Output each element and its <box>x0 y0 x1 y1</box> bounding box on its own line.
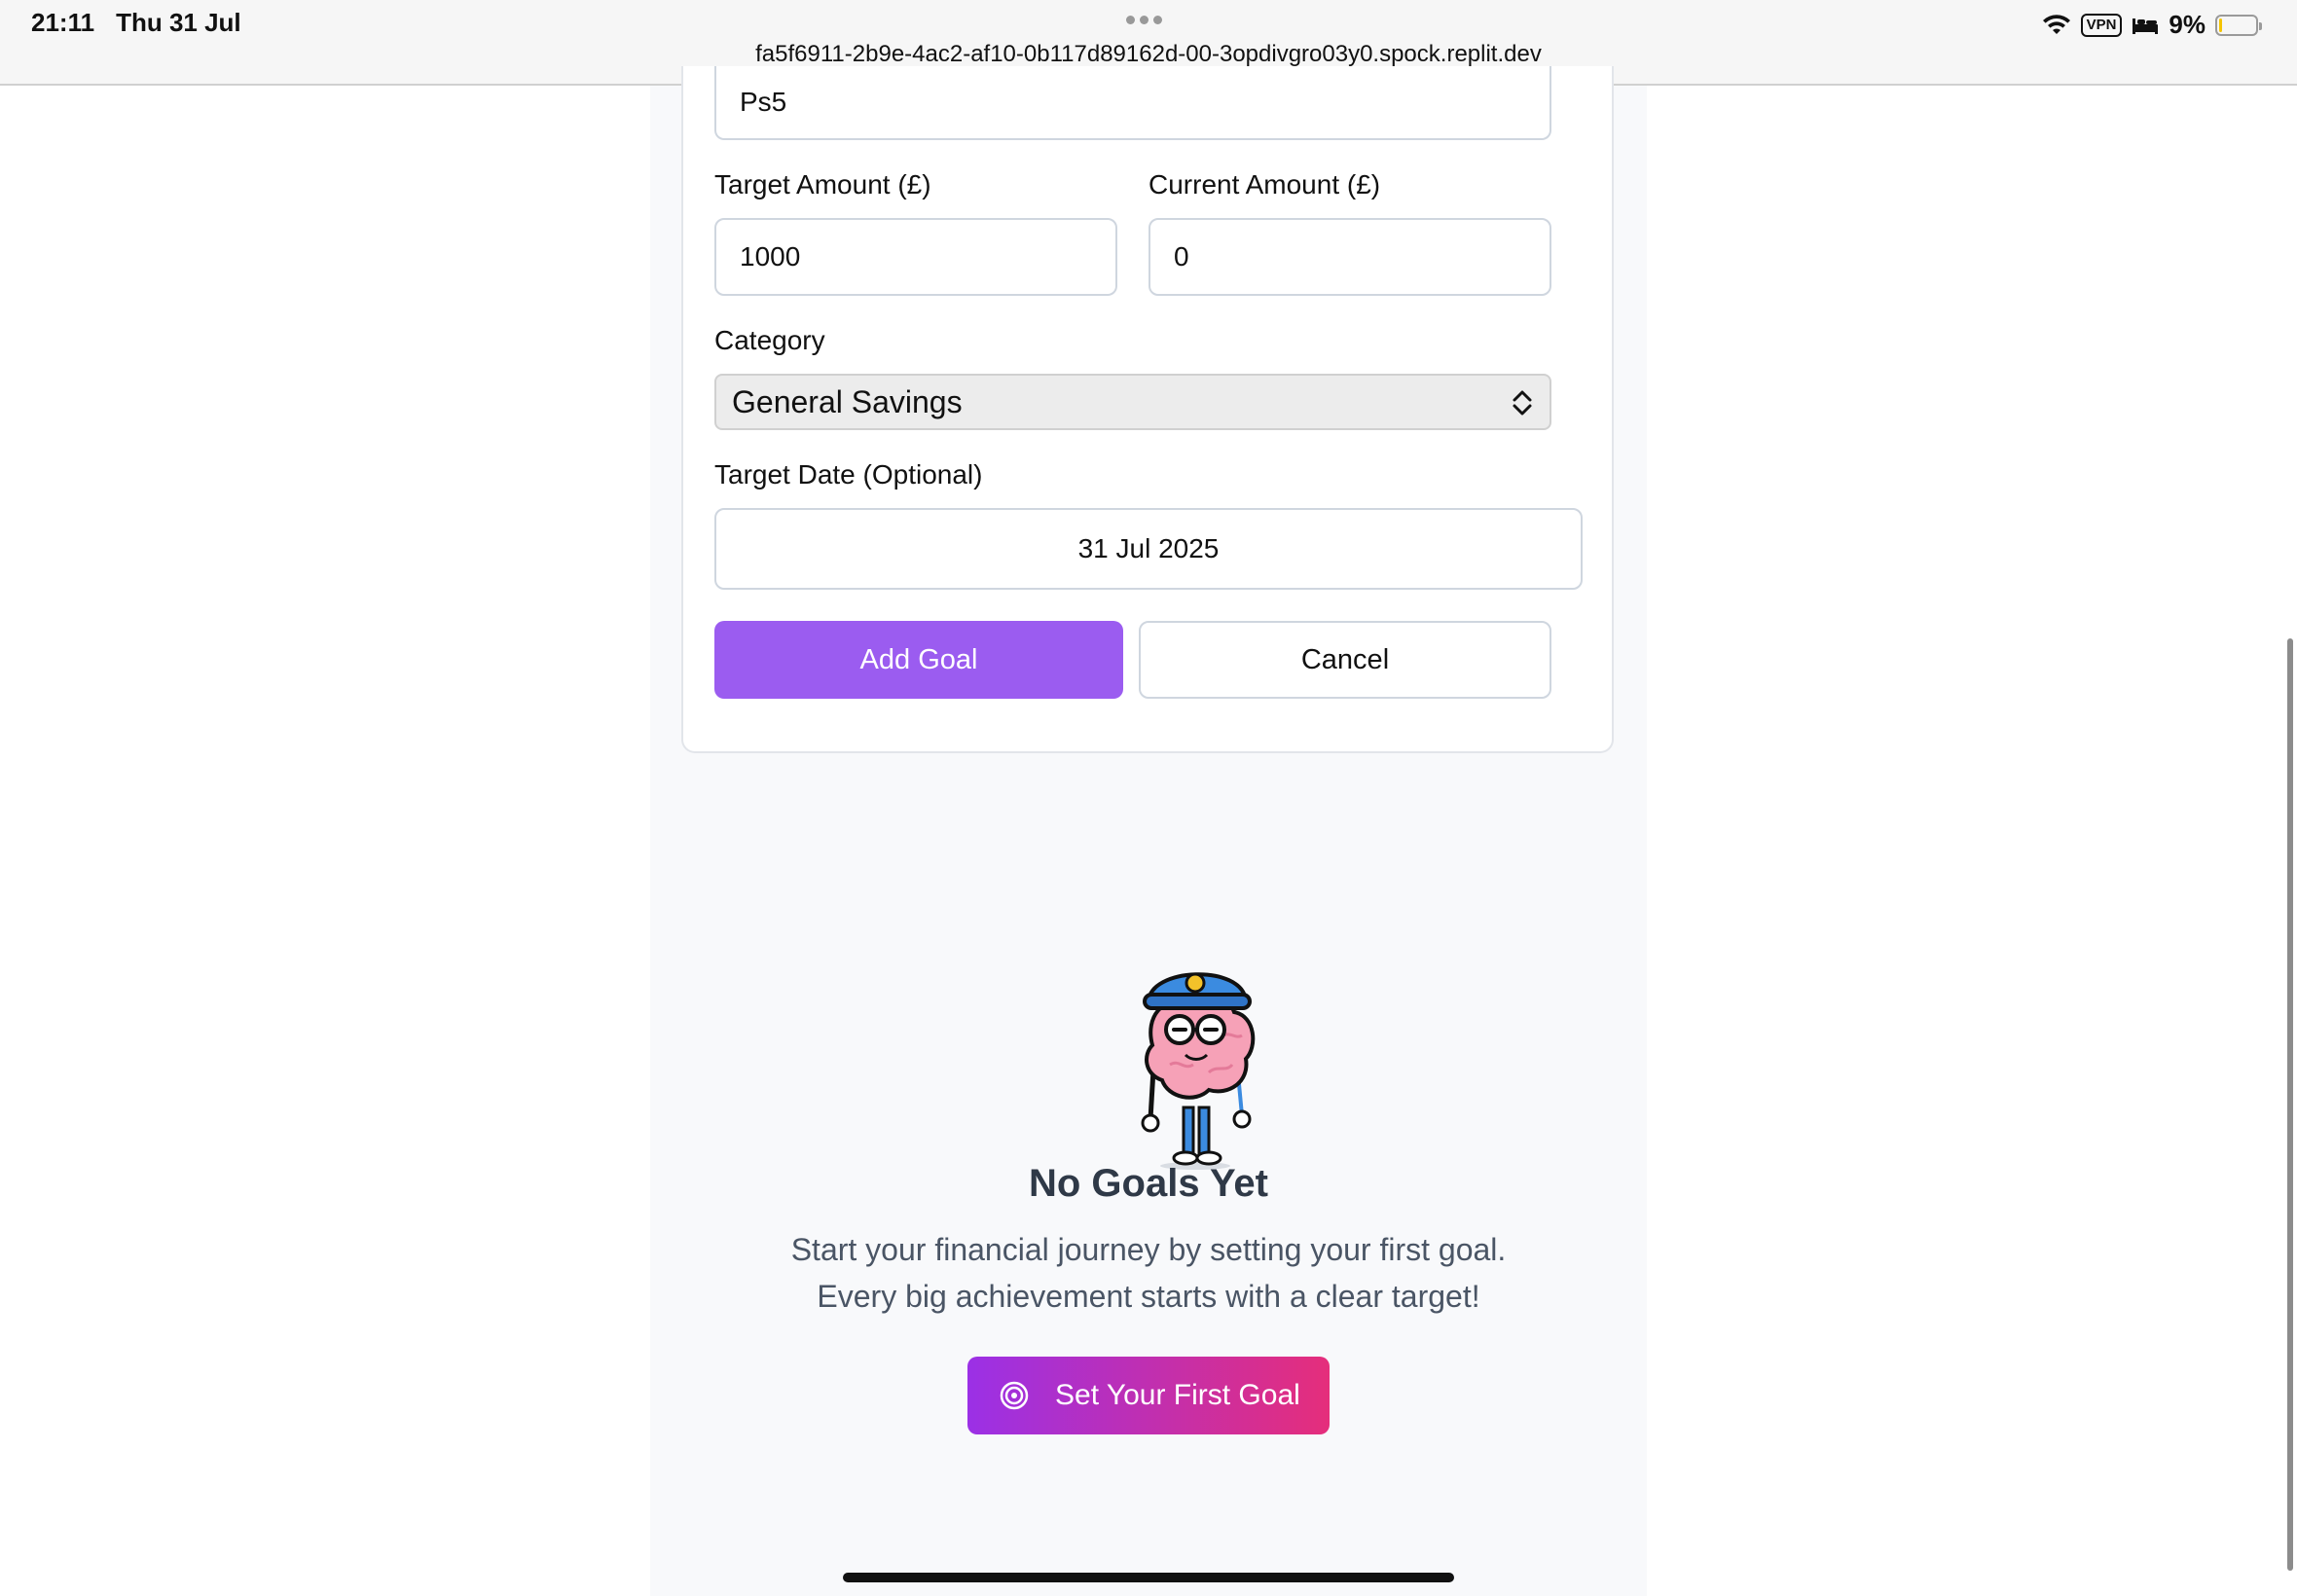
date-text: Thu 31 Jul <box>116 8 241 37</box>
current-amount-input[interactable]: 0 <box>1148 218 1551 296</box>
scrollbar[interactable] <box>2287 638 2293 1571</box>
brain-mascot-icon <box>1141 972 1256 1170</box>
category-label: Category <box>714 325 825 355</box>
battery-fill <box>2219 18 2222 32</box>
home-indicator[interactable] <box>843 1573 1454 1582</box>
more-options-icon[interactable] <box>1126 16 1162 24</box>
goal-name-input[interactable]: Ps5 <box>714 66 1551 140</box>
battery-percent: 9% <box>2169 10 2206 39</box>
wifi-icon <box>2042 14 2070 34</box>
status-icons: VPN 9% <box>2042 10 2262 40</box>
chevron-up-down-icon <box>1513 390 1532 416</box>
target-date-label: Target Date (Optional) <box>714 459 983 490</box>
status-time: 21:11 Thu 31 Jul <box>31 8 241 38</box>
battery-icon <box>2215 14 2262 36</box>
empty-state-text-line2: Every big achievement starts with a clea… <box>817 1279 1480 1314</box>
set-first-goal-label: Set Your First Goal <box>1055 1379 1300 1411</box>
app-content: Ps5 Target Amount (£) 1000 Current Amoun… <box>650 66 1647 1596</box>
target-date-input[interactable]: 31 Jul 2025 <box>714 508 1583 590</box>
target-amount-input[interactable]: 1000 <box>714 218 1117 296</box>
set-first-goal-button[interactable]: Set Your First Goal <box>967 1357 1330 1434</box>
url-bar[interactable]: fa5f6911-2b9e-4ac2-af10-0b117d89162d-00-… <box>0 41 2297 68</box>
target-icon <box>1000 1381 1029 1410</box>
empty-state-title: No Goals Yet <box>1028 1162 1268 1205</box>
category-selected-value: General Savings <box>732 383 963 419</box>
time-text: 21:11 <box>31 8 95 37</box>
vpn-badge: VPN <box>2080 13 2123 37</box>
category-select[interactable]: General Savings <box>714 374 1551 430</box>
cancel-button[interactable]: Cancel <box>1139 621 1551 699</box>
add-goal-form-card: Ps5 Target Amount (£) 1000 Current Amoun… <box>681 66 1614 753</box>
target-amount-label: Target Amount (£) <box>714 169 931 200</box>
add-goal-button[interactable]: Add Goal <box>714 621 1123 699</box>
empty-state-text-line1: Start your financial journey by setting … <box>790 1232 1507 1267</box>
current-amount-label: Current Amount (£) <box>1148 169 1381 200</box>
sleep-focus-icon <box>2133 18 2159 34</box>
